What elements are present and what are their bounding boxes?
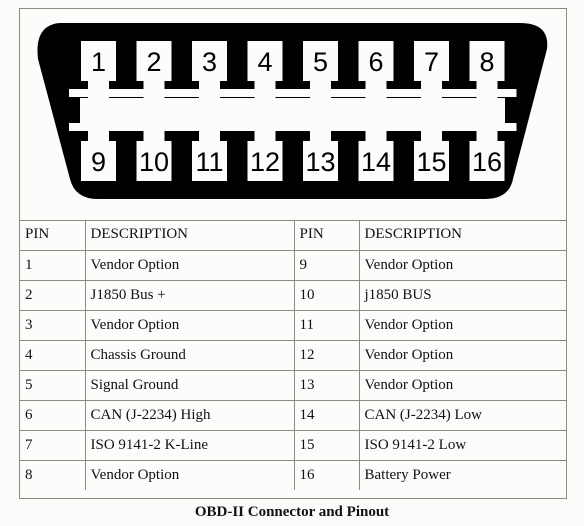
table-row: 7 ISO 9141-2 K-Line 15 ISO 9141-2 Low (20, 429, 566, 461)
pin-cell: 9 (293, 249, 360, 281)
pin-number-label: 3 (202, 47, 217, 77)
pin-number-label: 8 (479, 47, 494, 77)
figure-caption: OBD-II Connector and Pinout (194, 504, 390, 520)
pin-cell: 5 (20, 369, 86, 401)
pin-cell: 1 (20, 249, 86, 281)
description-cell: CAN (J-2234) High (84, 399, 295, 431)
pin-cell: 14 (293, 399, 360, 431)
pin-cell: 15 (293, 429, 360, 461)
pin-socket-notch (457, 123, 517, 131)
description-cell: Battery Power (358, 459, 566, 490)
description-cell: ISO 9141-2 Low (358, 429, 566, 461)
pin-cell: 10 (293, 279, 360, 311)
table-row: 5 Signal Ground 13 Vendor Option (20, 369, 566, 401)
table-row: 4 Chassis Ground 12 Vendor Option (20, 339, 566, 371)
pinout-figure: 1 2 3 4 5 6 7 8 9 10 11 12 13 14 15 16 PIN DESCRIPTION … (19, 8, 567, 499)
pin-number-label: 13 (305, 147, 335, 177)
description-cell: Vendor Option (84, 249, 295, 281)
table-row: 1 Vendor Option 9 Vendor Option (20, 249, 566, 281)
description-cell: J1850 Bus + (84, 279, 295, 311)
pin-socket-notch (235, 123, 295, 131)
obd2-connector-diagram: 1 2 3 4 5 6 7 89 10 11 12 13 14 15 16 (37, 23, 548, 199)
pin-socket-notch (402, 89, 461, 97)
description-cell: Vendor Option (84, 459, 295, 490)
header-pin-a: PIN (20, 220, 86, 251)
pin-socket-notch (124, 123, 184, 131)
pin-socket-notch (402, 123, 461, 131)
pin-cell: 2 (20, 279, 86, 311)
table-row: 6 CAN (J-2234) High 14 CAN (J-2234) Low (20, 399, 566, 431)
table-row: 2 J1850 Bus +10 j1850 BUS (20, 279, 566, 311)
pin-number-label: 12 (250, 147, 280, 177)
description-cell: CAN (J-2234) Low (358, 399, 566, 431)
pin-cell: 7 (20, 429, 86, 461)
pinout-table: PIN DESCRIPTION PIN DESCRIPTION 1 Vendor … (20, 220, 566, 490)
pin-number-label: 4 (257, 47, 272, 77)
table-header-row: PIN DESCRIPTION PIN DESCRIPTION (20, 220, 566, 251)
pin-socket-notch (291, 89, 350, 97)
header-description-a: DESCRIPTION (84, 220, 295, 251)
pin-number-label: 10 (139, 147, 169, 177)
pin-number-label: 15 (416, 147, 446, 177)
pin-number-label: 9 (91, 147, 106, 177)
description-cell: Vendor Option (358, 249, 566, 281)
pin-cell: 13 (293, 369, 360, 401)
table-row: 3 Vendor Option 11 Vendor Option (20, 309, 566, 341)
pin-cell: 8 (20, 459, 86, 490)
pin-socket-notch (346, 123, 406, 131)
pin-socket-notch (235, 89, 295, 97)
header-pin-b: PIN (293, 220, 360, 251)
description-cell: Chassis Ground (84, 339, 295, 371)
pin-socket-notch (291, 123, 350, 131)
pin-socket-notch (457, 89, 517, 97)
table-row: 8 Vendor Option 16 Battery Power (20, 459, 566, 490)
pin-cell: 6 (20, 399, 86, 431)
description-cell: Vendor Option (358, 309, 566, 341)
pin-cell: 4 (20, 339, 86, 371)
pin-number-label: 16 (472, 147, 502, 177)
description-cell: Vendor Option (84, 309, 295, 341)
pin-socket-notch (69, 123, 128, 131)
pin-number-label: 6 (368, 47, 383, 77)
pin-number-label: 2 (146, 47, 161, 77)
pin-number-label: 1 (91, 47, 106, 77)
pin-cell: 11 (293, 309, 360, 341)
connector-diagram-cell: 1 2 3 4 5 6 7 8 9 10 11 12 13 14 15 16 (20, 9, 566, 221)
pin-number-label: 7 (424, 47, 439, 77)
pin-socket-notch (180, 89, 239, 97)
description-cell: Vendor Option (358, 339, 566, 371)
pin-cell: 3 (20, 309, 86, 341)
pin-socket-notch (69, 89, 128, 97)
pin-cell: 16 (293, 459, 360, 490)
header-description-b: DESCRIPTION (358, 220, 566, 251)
description-cell: Signal Ground (84, 369, 295, 401)
description-cell: Vendor Option (358, 369, 566, 401)
pin-number-label: 11 (195, 147, 223, 177)
pin-socket-notch (346, 89, 406, 97)
description-cell: ISO 9141-2 K-Line (84, 429, 295, 461)
pin-number-label: 14 (361, 147, 391, 177)
pin-socket-notch (124, 89, 184, 97)
pin-number-label: 5 (313, 47, 328, 77)
description-cell: j1850 BUS (358, 279, 566, 311)
connector-middle-channel (80, 98, 505, 123)
pin-cell: 12 (293, 339, 360, 371)
pin-socket-notch (180, 123, 239, 131)
